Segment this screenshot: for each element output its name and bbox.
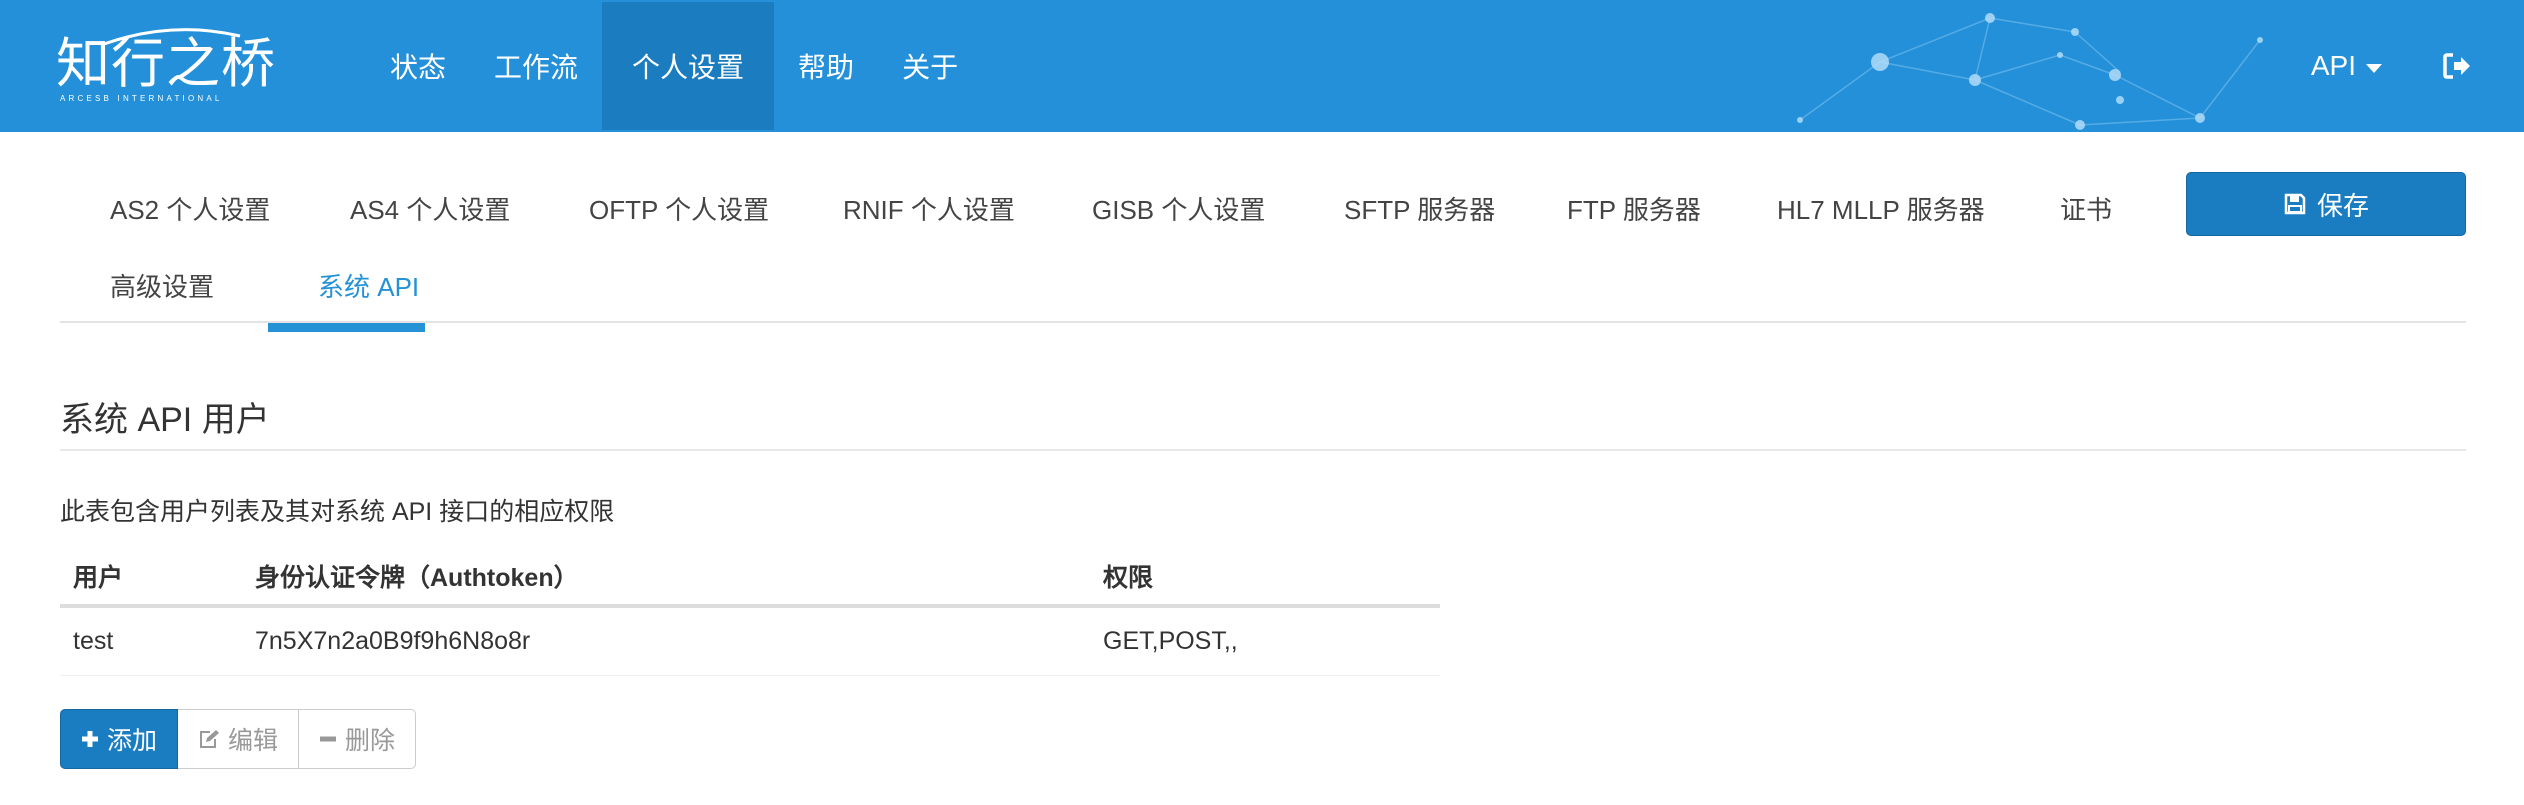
user-menu-label: API	[2310, 50, 2356, 81]
section-title: 系统 API 用户	[60, 401, 270, 439]
cell-user: test	[73, 627, 114, 655]
nav-item-workflow[interactable]: 工作流	[470, 2, 602, 130]
table-actions: 添加 编辑 删除	[60, 709, 417, 769]
cell-authtoken: 7n5X7n2a0B9f9h6N8o8r	[255, 627, 531, 655]
sign-out-icon[interactable]	[2442, 51, 2472, 81]
column-header-authtoken[interactable]: 身份认证令牌（Authtoken）	[255, 548, 579, 604]
section-divider	[60, 449, 2466, 451]
nav-right: API	[2311, 2, 2524, 130]
api-users-table: 用户 身份认证令牌（Authtoken） 权限 test 7n5X7n2a0B9…	[60, 548, 1440, 676]
tab-as2[interactable]: AS2 个人设置	[60, 182, 320, 234]
tab-certificates[interactable]: 证书	[2010, 182, 2162, 234]
add-button-label: 添加	[107, 727, 158, 755]
main-nav: 状态 工作流 个人设置 帮助 关于	[366, 2, 982, 130]
active-tab-indicator	[268, 323, 425, 332]
tab-sftp-server[interactable]: SFTP 服务器	[1294, 182, 1545, 234]
floppy-disk-icon	[2284, 193, 2306, 215]
tab-system-api[interactable]: 系统 API	[268, 259, 469, 311]
section-description: 此表包含用户列表及其对系统 API 接口的相应权限	[60, 498, 615, 526]
tab-ftp-server[interactable]: FTP 服务器	[1517, 182, 1751, 234]
top-navbar: 知行之桥 ARCESB INTERNATIONAL 状态 工作流 个人设置 帮助…	[0, 0, 2524, 132]
table-header: 用户 身份认证令牌（Authtoken） 权限	[60, 548, 1440, 608]
tab-oftp[interactable]: OFTP 个人设置	[539, 182, 819, 234]
save-button[interactable]: 保存	[2186, 172, 2466, 236]
edit-icon	[200, 730, 220, 748]
nav-item-status[interactable]: 状态	[366, 2, 470, 130]
user-menu-dropdown[interactable]: API	[2311, 50, 2382, 82]
tab-rnif[interactable]: RNIF 个人设置	[793, 182, 1065, 234]
save-button-label: 保存	[2316, 190, 2369, 221]
cell-permissions: GET,POST,,	[1103, 627, 1238, 655]
brand-subtitle: ARCESB INTERNATIONAL	[60, 94, 223, 103]
settings-tabs: AS2 个人设置 AS4 个人设置 OFTP 个人设置 RNIF 个人设置 GI…	[60, 170, 2466, 325]
tab-hl7-mllp-server[interactable]: HL7 MLLP 服务器	[1727, 182, 2035, 234]
tab-gisb[interactable]: GISB 个人设置	[1042, 182, 1315, 234]
column-header-user[interactable]: 用户	[73, 548, 123, 604]
tab-as4[interactable]: AS4 个人设置	[300, 182, 560, 234]
brand-title: 知行之桥	[56, 32, 276, 95]
minus-icon	[320, 736, 337, 742]
add-button[interactable]: 添加	[60, 709, 179, 769]
brand-logo[interactable]: 知行之桥 ARCESB INTERNATIONAL	[56, 24, 275, 108]
tab-advanced[interactable]: 高级设置	[60, 259, 264, 311]
nav-item-profile[interactable]: 个人设置	[602, 2, 775, 130]
delete-button-label: 删除	[345, 727, 396, 755]
edit-button-label: 编辑	[228, 727, 279, 755]
nav-item-about[interactable]: 关于	[878, 2, 982, 130]
delete-button[interactable]: 删除	[299, 709, 417, 769]
column-header-permissions[interactable]: 权限	[1103, 548, 1153, 604]
plus-icon	[82, 731, 98, 747]
caret-down-icon	[2366, 63, 2382, 73]
table-row[interactable]: test 7n5X7n2a0B9f9h6N8o8r GET,POST,,	[60, 608, 1440, 676]
edit-button[interactable]: 编辑	[178, 709, 300, 769]
nav-item-help[interactable]: 帮助	[774, 2, 878, 130]
